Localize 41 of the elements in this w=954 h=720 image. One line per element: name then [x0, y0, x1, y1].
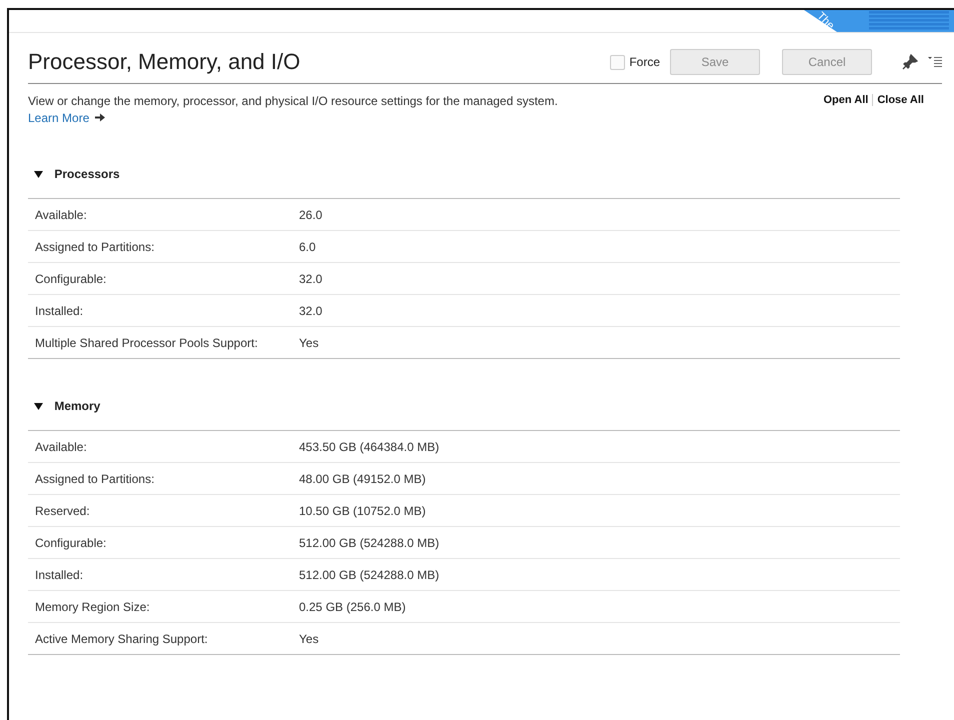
section-title: Processors [54, 167, 120, 181]
property-label: Installed: [34, 568, 84, 582]
section-header[interactable]: Memory [28, 391, 900, 430]
property-value: 512.00 GB (524288.0 MB) [299, 568, 440, 582]
property-value: 0.25 GB (256.0 MB) [299, 600, 406, 614]
property-label: Assigned to Partitions: [34, 472, 156, 486]
close-all-link[interactable]: Close All [872, 94, 928, 106]
property-value: Yes [299, 632, 319, 646]
triangle-down-icon [34, 171, 43, 178]
property-value: 453.50 GB (464384.0 MB) [299, 440, 440, 454]
property-value: 32.0 [299, 272, 322, 286]
property-value: Yes [299, 336, 319, 350]
property-label: Active Memory Sharing Support: [34, 632, 209, 646]
triangle-down-icon [34, 403, 43, 410]
force-checkbox[interactable] [610, 54, 626, 70]
description-text: View or change the memory, processor, and physical I/O resource settings for the managed system. [28, 94, 558, 108]
property-label: Configurable: [34, 536, 108, 550]
property-value: 10.50 GB (10752.0 MB) [299, 504, 426, 518]
property-value: 32.0 [299, 304, 322, 318]
section-title: Memory [54, 399, 100, 413]
property-label: Memory Region Size: [34, 600, 151, 614]
property-label: Configurable: [34, 272, 108, 286]
menu-icon[interactable] [928, 56, 942, 68]
property-value: 6.0 [299, 240, 316, 254]
striped-logo-icon [866, 11, 951, 31]
page-title: Processor, Memory, and I/O [28, 49, 300, 75]
property-label: Available: [34, 440, 88, 454]
pin-icon[interactable] [902, 54, 918, 70]
open-all-link[interactable]: Open All [820, 94, 872, 106]
property-value: 512.00 GB (524288.0 MB) [299, 536, 440, 550]
learn-more-link[interactable]: Learn More [28, 111, 105, 125]
property-label: Assigned to Partitions: [34, 240, 156, 254]
property-label: Reserved: [34, 504, 91, 518]
property-label: Installed: [34, 304, 84, 318]
arrow-icon [94, 113, 105, 122]
property-value: 48.00 GB (49152.0 MB) [299, 472, 426, 486]
section-header[interactable]: Processors [28, 159, 900, 198]
property-label: Available: [34, 208, 88, 222]
property-value: 26.0 [299, 208, 322, 222]
property-label: Multiple Shared Processor Pools Support: [34, 336, 259, 350]
force-label: Force [629, 55, 660, 69]
